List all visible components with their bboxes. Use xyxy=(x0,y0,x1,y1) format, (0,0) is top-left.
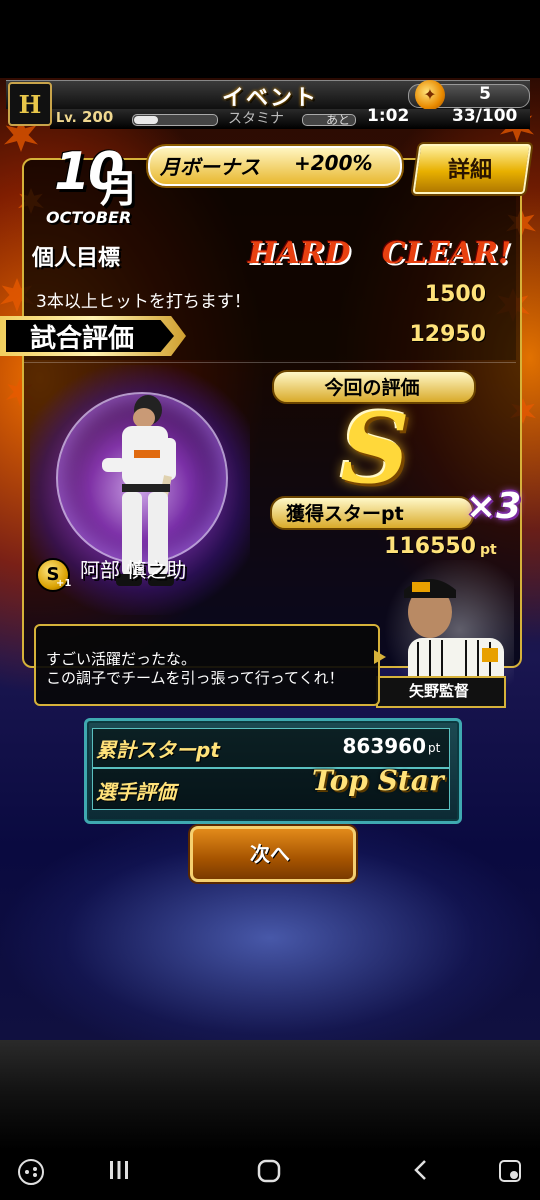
personal-goal-points: 1500 xyxy=(424,282,486,307)
recent-apps-icon[interactable] xyxy=(104,1158,134,1188)
cumulative-label: 累計スターpt xyxy=(96,738,220,762)
manager-portrait xyxy=(404,579,504,690)
month-bonus-label: 月ボーナス xyxy=(160,155,260,179)
status-bar xyxy=(0,0,540,78)
player-rating-value: Top Star xyxy=(312,764,444,797)
team-logo[interactable]: H xyxy=(8,82,52,126)
stamina-timer: 1:02 xyxy=(367,106,410,126)
match-eval-label: 試合評価 xyxy=(30,324,135,354)
game-controller-icon[interactable] xyxy=(14,1158,48,1188)
grade-letter: S xyxy=(340,392,410,505)
player-rank-plus: +1 xyxy=(56,578,72,589)
player-name: 阿部 慎之助 xyxy=(80,558,187,582)
clear-badge: CLEAR! xyxy=(382,236,512,271)
home-icon[interactable] xyxy=(254,1158,284,1188)
divider xyxy=(24,362,516,363)
manager-message-line2: この調子でチームを引っ張って行ってくれ！ xyxy=(46,669,344,687)
month-kanji: 月 xyxy=(100,167,139,211)
stamina-count: 33/100 xyxy=(452,106,518,126)
detail-button-label[interactable]: 詳細 xyxy=(416,152,524,184)
back-icon[interactable] xyxy=(406,1158,436,1188)
manager-name: 矢野監督 xyxy=(408,682,469,700)
star-pt-label: 獲得スターpt xyxy=(286,503,404,525)
ticket-count: 5 xyxy=(479,84,491,104)
next-button-label[interactable]: 次へ xyxy=(190,838,350,867)
screenshot-tool-icon[interactable] xyxy=(494,1158,526,1188)
level-label: Lv. xyxy=(56,111,77,126)
cumulative-value: 863960 xyxy=(342,734,427,758)
personal-goal-label: 個人目標 xyxy=(32,246,121,271)
star-pt-unit: pt xyxy=(480,542,497,558)
flame-ticket-icon: ✦ xyxy=(415,80,445,110)
difficulty-badge: HARD xyxy=(248,236,351,271)
personal-goal-description: 3本以上ヒットを打ちます！ xyxy=(36,292,251,312)
match-eval-points: 12950 xyxy=(409,322,486,347)
month-bonus-value: +200% xyxy=(294,151,373,175)
star-pt-value: 116550 xyxy=(384,534,476,559)
team-logo-letter: H xyxy=(18,89,42,119)
cumulative-unit: pt xyxy=(428,741,441,755)
star-pt-multiplier: ×3 xyxy=(466,486,522,527)
month-english: OCTOBER xyxy=(46,208,132,227)
exp-gauge-fill xyxy=(134,116,158,124)
stamina-label: スタミナ xyxy=(228,111,284,127)
remaining-label: あと xyxy=(326,113,351,127)
bottom-empty-area xyxy=(0,1040,540,1150)
player-rating-label: 選手評価 xyxy=(96,780,176,804)
level-value: 200 xyxy=(82,108,114,126)
manager-message-line1: すごい活躍だったな。 xyxy=(46,650,197,668)
